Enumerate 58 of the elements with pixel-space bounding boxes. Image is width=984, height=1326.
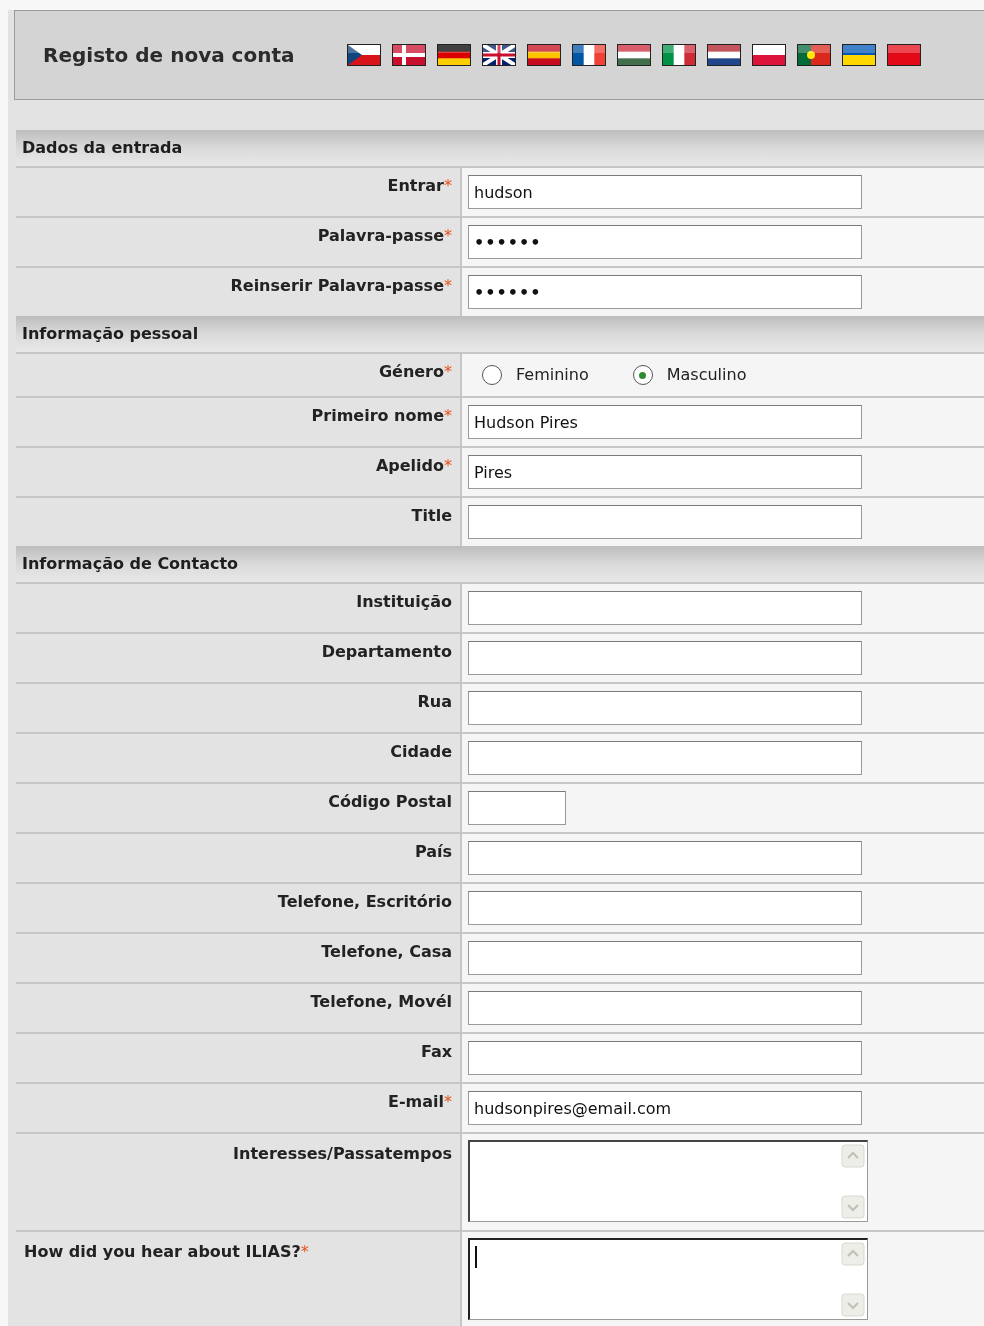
field-label: Telefone, Escritório <box>277 891 452 913</box>
radio-label: Feminino <box>516 364 589 386</box>
text-field[interactable]: •••••• <box>468 275 862 309</box>
text-field[interactable] <box>468 691 862 725</box>
text-field[interactable] <box>468 941 862 975</box>
field-label: Primeiro nome* <box>311 405 452 427</box>
field-label: Instituição <box>356 591 452 613</box>
text-field[interactable]: Hudson Pires <box>468 405 862 439</box>
text-field[interactable] <box>468 591 862 625</box>
text-field[interactable]: hudsonpires@email.com <box>468 1091 862 1125</box>
flag-icon[interactable] <box>436 44 471 66</box>
field-label: País <box>414 841 452 863</box>
flag-icon[interactable] <box>526 44 561 66</box>
text-field[interactable] <box>468 741 862 775</box>
field-label: Entrar* <box>387 175 452 197</box>
field-label: Cidade <box>390 741 452 763</box>
section-header: Informação de Contacto <box>16 546 984 582</box>
field-label: Palavra-passe* <box>317 225 452 247</box>
flag-icon[interactable] <box>841 44 876 66</box>
field-label: How did you hear about ILIAS?* <box>24 1241 309 1263</box>
radio-button[interactable] <box>632 365 653 385</box>
field-label: Reinserir Palavra-passe* <box>230 275 452 297</box>
flag-icon[interactable] <box>661 44 696 66</box>
flag-icon[interactable] <box>706 44 741 66</box>
text-field[interactable]: hudson <box>468 175 862 209</box>
page-title: Registo de nova conta <box>43 42 295 69</box>
flag-icon[interactable] <box>751 44 786 66</box>
field-label: Código Postal <box>328 791 452 813</box>
radio-button[interactable] <box>482 365 502 385</box>
text-field[interactable] <box>468 791 566 825</box>
flag-icon[interactable] <box>571 44 606 66</box>
flag-icon[interactable] <box>391 44 426 66</box>
text-field[interactable]: Pires <box>468 455 862 489</box>
text-field[interactable] <box>468 641 862 675</box>
field-label: Interesses/Passatempos <box>233 1143 452 1165</box>
text-field[interactable] <box>468 505 862 539</box>
text-field[interactable] <box>468 991 862 1025</box>
section-header: Informação pessoal <box>16 316 984 352</box>
field-label: Rua <box>417 691 452 713</box>
field-label: Telefone, Casa <box>321 941 452 963</box>
flag-icon[interactable] <box>346 44 381 66</box>
section-header: Dados da entrada <box>16 130 984 166</box>
text-field[interactable]: •••••• <box>468 225 862 259</box>
radio-label: Masculino <box>666 364 747 386</box>
text-field[interactable] <box>468 841 862 875</box>
flag-icon[interactable] <box>481 44 516 66</box>
field-label: Departamento <box>321 641 452 663</box>
field-label: Telefone, Movél <box>310 991 452 1013</box>
field-label: Apelido* <box>375 455 452 477</box>
field-label: Género* <box>378 361 452 383</box>
flag-icon[interactable] <box>616 44 651 66</box>
flag-icon[interactable] <box>886 44 921 66</box>
flag-icon[interactable] <box>796 44 831 66</box>
field-label: Title <box>411 505 452 527</box>
field-label: Fax <box>420 1041 452 1063</box>
text-field[interactable] <box>468 1041 862 1075</box>
field-label: E-mail* <box>388 1091 452 1113</box>
text-field[interactable] <box>468 891 862 925</box>
